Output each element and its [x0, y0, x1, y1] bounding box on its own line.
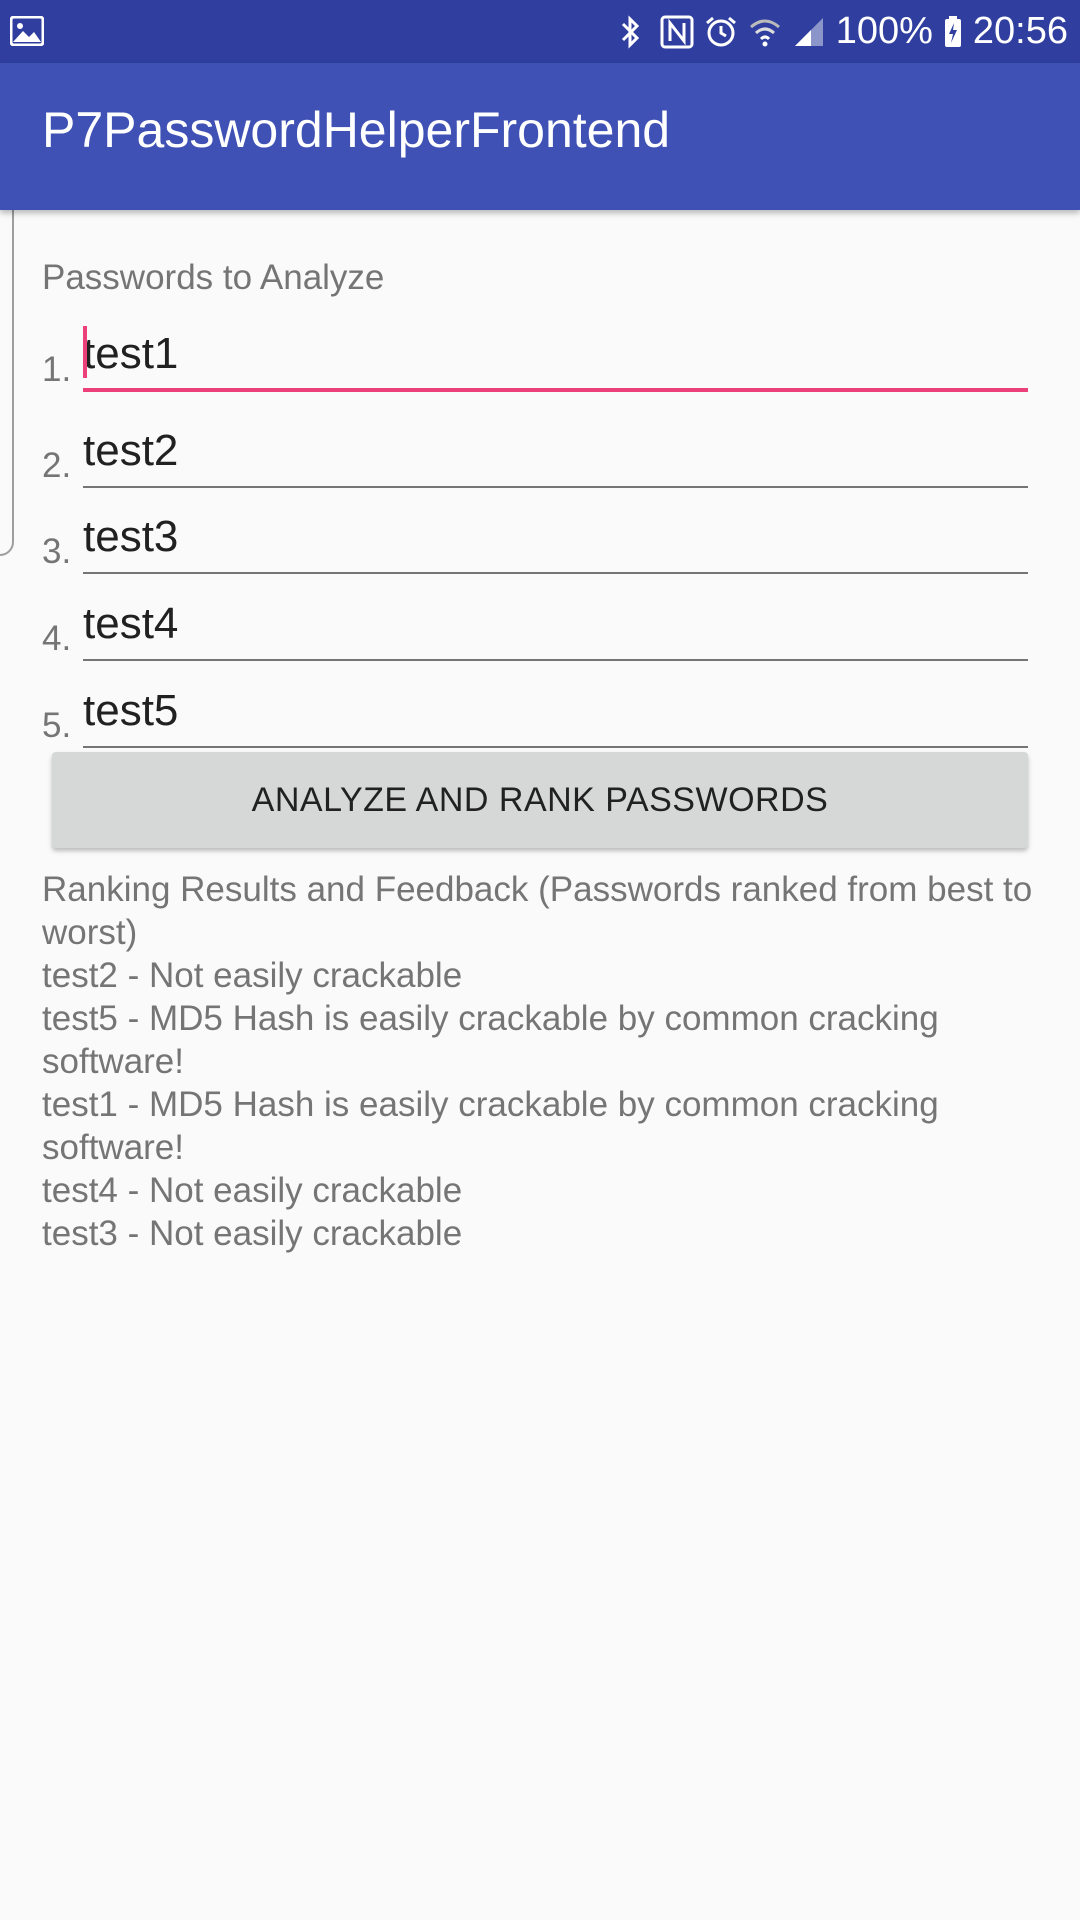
password-number: 5. [42, 706, 72, 745]
password-row-1: 1. [42, 322, 1028, 392]
wifi-icon [748, 15, 782, 49]
password-field-1[interactable] [83, 330, 1028, 392]
password-number: 3. [42, 532, 72, 571]
edge-panel-handle[interactable] [0, 192, 14, 556]
image-icon [9, 15, 45, 47]
password-number: 2. [42, 446, 72, 485]
battery-percent: 100% [835, 10, 933, 52]
password-field-3[interactable] [83, 512, 1028, 574]
status-bar: 100% 20:56 [0, 0, 1080, 63]
password-number: 4. [42, 619, 72, 658]
bluetooth-icon [616, 14, 650, 49]
password-row-4: 4. [42, 591, 1028, 661]
analyze-button[interactable]: ANALYZE AND RANK PASSWORDS [52, 752, 1028, 848]
password-row-2: 2. [42, 418, 1028, 488]
password-field-2[interactable] [83, 426, 1028, 488]
nfc-icon [660, 15, 694, 49]
result-line: test3 - Not easily crackable [42, 1214, 463, 1253]
password-row-3: 3. [42, 504, 1028, 574]
password-field-5[interactable] [83, 686, 1028, 748]
result-line: test5 - MD5 Hash is easily crackable by … [42, 999, 939, 1081]
alarm-icon [704, 15, 738, 49]
password-field-4[interactable] [83, 599, 1028, 661]
battery-charging-icon [943, 15, 963, 49]
app-title: P7PasswordHelperFrontend [42, 102, 671, 158]
text-cursor [83, 326, 87, 378]
section-label: Passwords to Analyze [42, 258, 385, 297]
password-number: 1. [42, 350, 72, 389]
results-heading: Ranking Results and Feedback (Passwords … [42, 870, 1033, 952]
result-line: test1 - MD5 Hash is easily crackable by … [42, 1085, 939, 1167]
app-bar: P7PasswordHelperFrontend [0, 63, 1080, 210]
result-line: test2 - Not easily crackable [42, 956, 463, 995]
clock-time: 20:56 [972, 10, 1068, 52]
results-panel: Ranking Results and Feedback (Passwords … [42, 868, 1040, 1255]
signal-icon [792, 15, 826, 49]
status-icons: 100% 20:56 [616, 0, 1068, 63]
result-line: test4 - Not easily crackable [42, 1171, 463, 1210]
password-row-5: 5. [42, 678, 1028, 748]
